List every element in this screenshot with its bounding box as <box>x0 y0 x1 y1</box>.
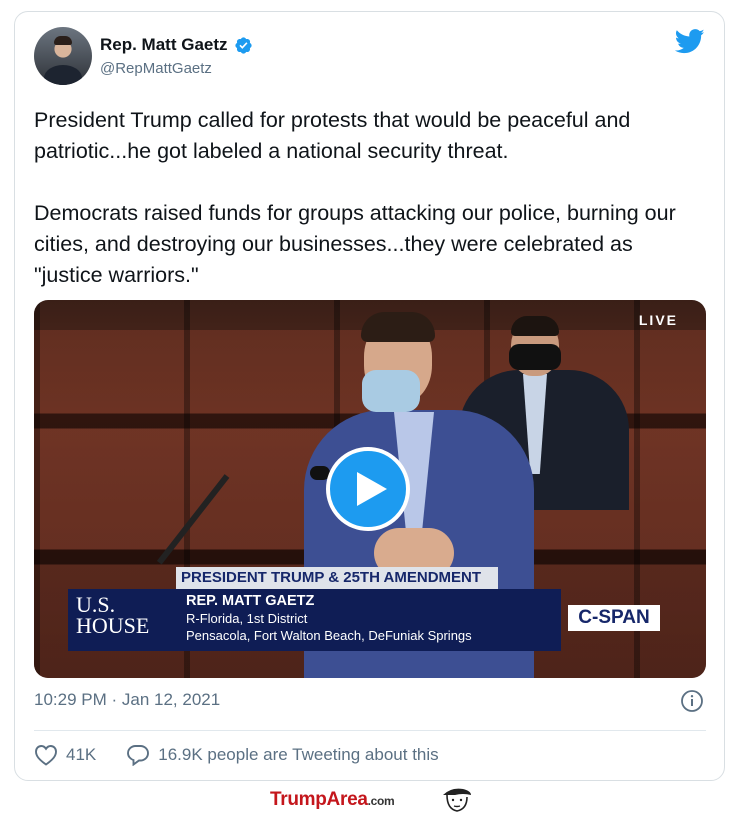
verified-icon <box>234 36 252 54</box>
divider <box>34 730 706 731</box>
avatar-suit <box>44 65 82 85</box>
brand-suffix: .com <box>367 794 395 808</box>
house-logo-line2: HOUSE <box>76 613 150 638</box>
brand-watermark: TrumpArea.com <box>270 789 395 811</box>
avatar[interactable] <box>34 27 92 85</box>
tweet-paragraph-2: Democrats raised funds for groups attack… <box>34 201 676 287</box>
chyron-topic: PRESIDENT TRUMP & 25TH AMENDMENT <box>176 567 498 589</box>
like-action[interactable]: 41K <box>34 744 96 766</box>
video-player[interactable]: LIVE U.S. HOUSE PRESIDENT TRUMP & 25TH A… <box>34 300 706 678</box>
info-icon[interactable] <box>680 689 704 713</box>
chyron-district: R-Florida, 1st District <box>186 611 308 626</box>
house-logo-line1: U.S. <box>76 592 116 617</box>
house-logo: U.S. HOUSE <box>68 589 176 651</box>
tweet-text: President Trump called for protests that… <box>34 105 704 291</box>
brand-main: TrumpArea <box>270 789 368 810</box>
chyron-info: REP. MATT GAETZ R-Florida, 1st District … <box>176 589 561 651</box>
author-row: Rep. Matt Gaetz <box>100 35 253 55</box>
tweeting-about-action[interactable]: 16.9K people are Tweeting about this <box>126 744 439 766</box>
heart-icon <box>35 745 57 766</box>
like-count: 41K <box>66 745 97 764</box>
twitter-bird-icon[interactable] <box>675 29 705 54</box>
trump-sketch-icon <box>443 788 471 812</box>
play-icon <box>357 472 387 506</box>
author-name[interactable]: Rep. Matt Gaetz <box>100 35 228 55</box>
reply-icon <box>127 745 150 766</box>
watermark-footer: TrumpArea.com <box>0 784 740 813</box>
author-handle[interactable]: @RepMattGaetz <box>100 60 212 77</box>
avatar-hair <box>54 36 72 45</box>
tweet-card: Rep. Matt Gaetz @RepMattGaetz President … <box>14 11 725 781</box>
play-button[interactable] <box>326 447 410 531</box>
tweet-timestamp[interactable]: 10:29 PM · Jan 12, 2021 <box>34 690 220 710</box>
tweet-actions: 41K 16.9K people are Tweeting about this <box>34 744 469 766</box>
tweeting-about-text: 16.9K people are Tweeting about this <box>158 745 439 764</box>
network-logo: C-SPAN <box>568 605 660 631</box>
chyron-name: REP. MATT GAETZ <box>186 593 315 609</box>
chyron-towns: Pensacola, Fort Walton Beach, DeFuniak S… <box>186 628 472 643</box>
tweet-paragraph-1: President Trump called for protests that… <box>34 108 631 163</box>
live-label: LIVE <box>638 312 678 328</box>
